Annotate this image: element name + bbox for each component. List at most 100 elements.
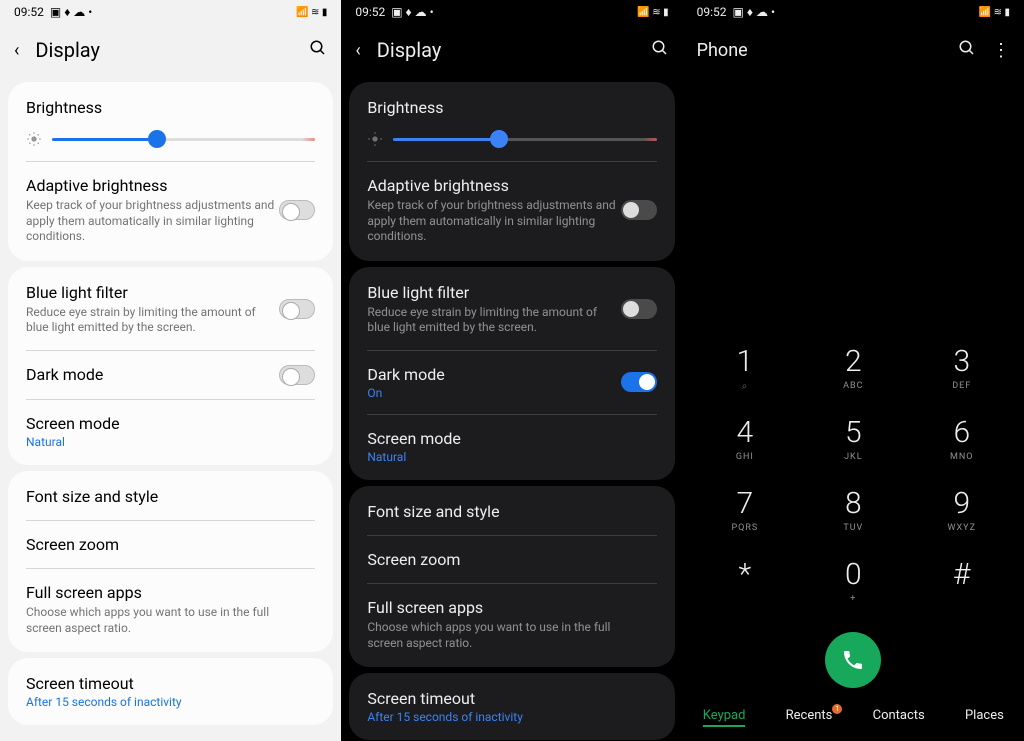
font-row[interactable]: Font size and style	[8, 473, 333, 520]
bluelight-toggle[interactable]	[279, 299, 315, 319]
search-icon[interactable]	[309, 39, 327, 62]
status-right-icons: 📶 ≋ ▮	[637, 7, 668, 18]
darkmode-row[interactable]: Dark mode On	[349, 351, 674, 414]
page-title: Display	[35, 38, 293, 62]
screenmode-row[interactable]: Screen mode Natural	[8, 400, 333, 463]
adaptive-desc: Keep track of your brightness adjustment…	[367, 198, 617, 245]
timeout-row[interactable]: Screen timeout After 15 seconds of inact…	[349, 675, 674, 738]
key-num: 3	[908, 344, 1016, 379]
zoom-row[interactable]: Screen zoom	[8, 521, 333, 568]
keypad: 1⌕2ABC3 DEF 4 GHI5JKL6MNO 7PQRS8TUV9WXYZ *0+#	[683, 336, 1024, 620]
key-5[interactable]: 5JKL	[799, 407, 907, 478]
key-*[interactable]: *	[691, 549, 799, 620]
bluelight-toggle[interactable]	[621, 299, 657, 319]
more-icon[interactable]: ⋮	[992, 40, 1010, 61]
fullscreen-title: Full screen apps	[367, 598, 656, 617]
badge: 1	[832, 704, 842, 714]
bluelight-desc: Reduce eye strain by limiting the amount…	[26, 305, 276, 336]
timeout-row[interactable]: Screen timeout After 15 seconds of inact…	[8, 660, 333, 723]
call-button[interactable]	[825, 632, 881, 688]
tab-recents[interactable]: Recents1	[786, 708, 833, 727]
tab-places[interactable]: Places	[965, 708, 1004, 727]
tab-contacts[interactable]: Contacts	[873, 708, 925, 727]
darkmode-state: On	[367, 386, 620, 400]
key-letters: GHI	[691, 452, 799, 462]
key-6[interactable]: 6MNO	[908, 407, 1016, 478]
brightness-slider[interactable]	[393, 138, 656, 141]
brightness-icon	[367, 131, 383, 147]
brightness-slider[interactable]	[52, 138, 315, 141]
key-8[interactable]: 8TUV	[799, 478, 907, 549]
adaptive-title: Adaptive brightness	[26, 176, 279, 195]
key-num: 7	[691, 486, 799, 521]
key-7[interactable]: 7PQRS	[691, 478, 799, 549]
darkmode-row[interactable]: Dark mode	[8, 351, 333, 399]
status-bar: 09:52 ▣ ♦ ☁ • 📶 ≋ ▮	[683, 0, 1024, 24]
darkmode-title: Dark mode	[367, 365, 620, 384]
timeout-title: Screen timeout	[367, 689, 656, 708]
status-indicator-icon: ▣ ♦ ☁ •	[391, 5, 433, 19]
key-2[interactable]: 2ABC	[799, 336, 907, 407]
darkmode-toggle[interactable]	[621, 372, 657, 392]
tab-keypad[interactable]: Keypad	[703, 708, 746, 727]
screenmode-value: Natural	[367, 450, 656, 464]
key-0[interactable]: 0+	[799, 549, 907, 620]
key-num: 9	[908, 486, 1016, 521]
key-4[interactable]: 4 GHI	[691, 407, 799, 478]
bluelight-row[interactable]: Blue light filter Reduce eye strain by l…	[349, 269, 674, 350]
status-clock: 09:52	[697, 5, 727, 19]
adaptive-toggle[interactable]	[279, 200, 315, 220]
back-icon[interactable]: ‹	[14, 40, 19, 61]
screenmode-row[interactable]: Screen mode Natural	[349, 415, 674, 478]
key-num: 2	[799, 344, 907, 379]
font-title: Font size and style	[26, 487, 315, 506]
key-num: 0	[799, 557, 907, 592]
bluelight-title: Blue light filter	[367, 283, 620, 302]
darkmode-toggle[interactable]	[279, 365, 315, 385]
bluelight-row[interactable]: Blue light filter Reduce eye strain by l…	[8, 269, 333, 350]
fullscreen-title: Full screen apps	[26, 583, 315, 602]
timeout-value: After 15 seconds of inactivity	[367, 710, 656, 724]
status-right-icons: 📶 ≋ ▮	[979, 7, 1010, 18]
back-icon[interactable]: ‹	[355, 40, 360, 61]
key-letters	[691, 594, 799, 604]
brightness-label: Brightness	[26, 98, 315, 117]
status-right-icons: 📶 ≋ ▮	[296, 7, 327, 18]
page-title: Phone	[697, 40, 942, 61]
key-num: 4	[691, 415, 799, 450]
search-icon[interactable]	[651, 39, 669, 62]
screenmode-title: Screen mode	[26, 414, 315, 433]
key-num: 6	[908, 415, 1016, 450]
fullscreen-desc: Choose which apps you want to use in the…	[26, 605, 276, 636]
key-letters	[908, 594, 1016, 604]
screen-dark-settings: 09:52 ▣ ♦ ☁ • 📶 ≋ ▮ ‹ Display Brightness	[341, 0, 682, 741]
adaptive-title: Adaptive brightness	[367, 176, 620, 195]
group-font: Font size and style Screen zoom Full scr…	[8, 471, 333, 652]
fullscreen-desc: Choose which apps you want to use in the…	[367, 620, 617, 651]
font-title: Font size and style	[367, 502, 656, 521]
adaptive-toggle[interactable]	[621, 200, 657, 220]
screenmode-title: Screen mode	[367, 429, 656, 448]
key-1[interactable]: 1⌕	[691, 336, 799, 407]
status-indicator-icon: ▣ ♦ ☁ •	[50, 5, 92, 19]
zoom-title: Screen zoom	[367, 550, 656, 569]
group-timeout: Screen timeout After 15 seconds of inact…	[8, 658, 333, 725]
key-letters: TUV	[799, 523, 907, 533]
key-letters: JKL	[799, 452, 907, 462]
key-9[interactable]: 9WXYZ	[908, 478, 1016, 549]
status-clock: 09:52	[355, 5, 385, 19]
status-clock: 09:52	[14, 5, 44, 19]
font-row[interactable]: Font size and style	[349, 488, 674, 535]
adaptive-brightness-row[interactable]: Adaptive brightness Keep track of your b…	[349, 162, 674, 259]
adaptive-brightness-row[interactable]: Adaptive brightness Keep track of your b…	[8, 162, 333, 259]
fullscreen-row[interactable]: Full screen apps Choose which apps you w…	[8, 569, 333, 650]
key-3[interactable]: 3 DEF	[908, 336, 1016, 407]
key-letters: ⌕	[691, 381, 799, 391]
key-letters: DEF	[908, 381, 1016, 391]
fullscreen-row[interactable]: Full screen apps Choose which apps you w…	[349, 584, 674, 665]
zoom-row[interactable]: Screen zoom	[349, 536, 674, 583]
zoom-title: Screen zoom	[26, 535, 315, 554]
key-#[interactable]: #	[908, 549, 1016, 620]
brightness-icon	[26, 131, 42, 147]
search-icon[interactable]	[958, 39, 976, 62]
